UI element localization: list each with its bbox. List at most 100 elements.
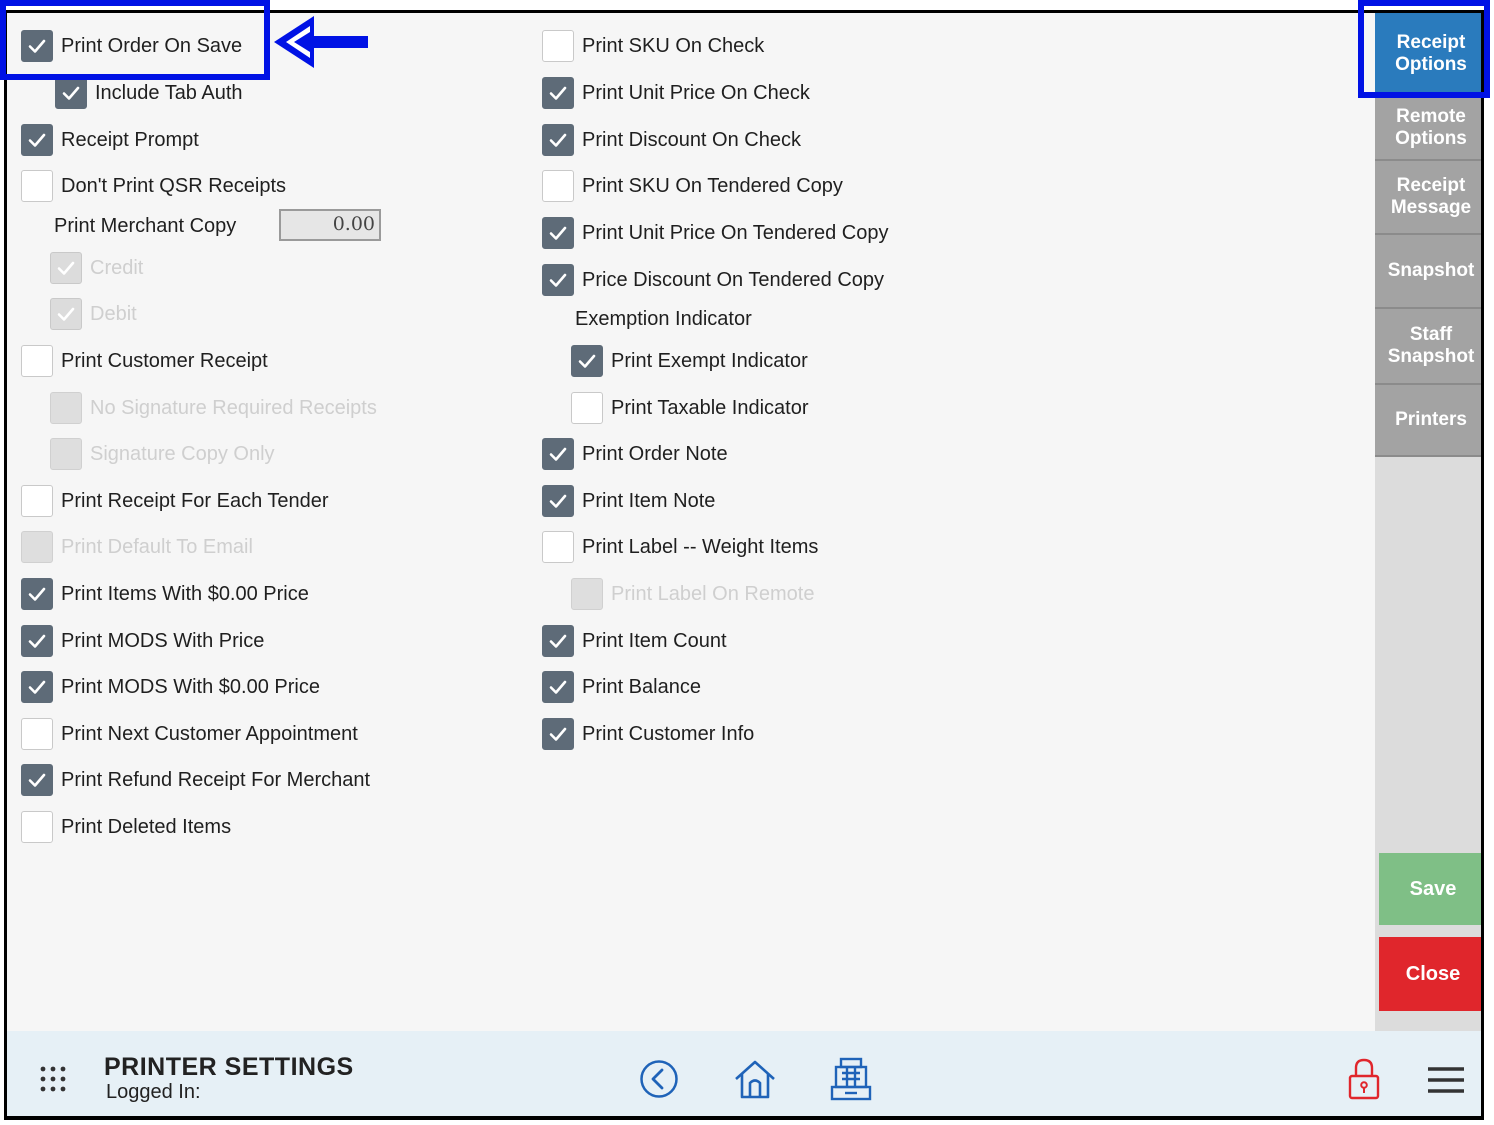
option-print-order-note[interactable]: Print Order Note bbox=[542, 436, 728, 472]
hamburger-menu-icon[interactable] bbox=[1428, 1066, 1464, 1094]
option-print-discount-on-check[interactable]: Print Discount On Check bbox=[542, 122, 801, 158]
checkbox[interactable] bbox=[542, 170, 574, 202]
option-print-next-customer-appointment[interactable]: Print Next Customer Appointment bbox=[21, 716, 358, 752]
option-signature-copy-only: Signature Copy Only bbox=[50, 436, 275, 472]
tab-snapshot[interactable]: Snapshot bbox=[1375, 235, 1481, 309]
option-label: Print Label -- Weight Items bbox=[582, 535, 819, 558]
option-print-exempt-indicator[interactable]: Print Exempt Indicator bbox=[571, 343, 808, 379]
checkbox[interactable] bbox=[21, 30, 53, 62]
checkbox[interactable] bbox=[21, 578, 53, 610]
option-print-unit-price-on-check[interactable]: Print Unit Price On Check bbox=[542, 75, 810, 111]
option-print-item-count[interactable]: Print Item Count bbox=[542, 623, 727, 659]
option-print-taxable-indicator[interactable]: Print Taxable Indicator bbox=[571, 390, 809, 426]
option-dont-print-qsr-receipts[interactable]: Don't Print QSR Receipts bbox=[21, 168, 286, 204]
option-print-items-with-zero-price[interactable]: Print Items With $0.00 Price bbox=[21, 576, 309, 612]
option-label: Print MODS With Price bbox=[61, 629, 265, 652]
apps-grid-icon[interactable] bbox=[39, 1065, 67, 1093]
checkmark-icon bbox=[28, 773, 46, 787]
option-print-item-note[interactable]: Print Item Note bbox=[542, 483, 715, 519]
option-label: Print Customer Info bbox=[582, 722, 755, 745]
checkbox bbox=[50, 298, 82, 330]
option-label: Print SKU On Tendered Copy bbox=[582, 174, 843, 197]
option-print-unit-price-on-tendered-copy[interactable]: Print Unit Price On Tendered Copy bbox=[542, 215, 888, 251]
back-circle-icon[interactable] bbox=[639, 1059, 679, 1099]
save-button[interactable]: Save bbox=[1379, 853, 1481, 925]
checkbox[interactable] bbox=[542, 718, 574, 750]
option-print-mods-with-zero-price[interactable]: Print MODS With $0.00 Price bbox=[21, 669, 320, 705]
option-label: Print Item Count bbox=[582, 629, 727, 652]
checkbox[interactable] bbox=[542, 217, 574, 249]
checkbox[interactable] bbox=[21, 345, 53, 377]
checkbox[interactable] bbox=[21, 764, 53, 796]
checkbox[interactable] bbox=[21, 625, 53, 657]
tab-receipt-options[interactable]: Receipt Options bbox=[1375, 13, 1481, 97]
checkbox bbox=[50, 438, 82, 470]
checkbox[interactable] bbox=[542, 438, 574, 470]
checkbox[interactable] bbox=[21, 811, 53, 843]
option-include-tab-auth[interactable]: Include Tab Auth bbox=[55, 75, 243, 111]
checkbox[interactable] bbox=[21, 124, 53, 156]
tab-printers[interactable]: Printers bbox=[1375, 385, 1481, 457]
checkmark-icon bbox=[28, 634, 46, 648]
option-print-customer-info[interactable]: Print Customer Info bbox=[542, 716, 754, 752]
close-button[interactable]: Close bbox=[1379, 937, 1481, 1011]
page-title: PRINTER SETTINGS bbox=[104, 1053, 354, 1081]
checkmark-icon bbox=[549, 494, 567, 508]
option-print-sku-on-tendered-copy[interactable]: Print SKU On Tendered Copy bbox=[542, 168, 843, 204]
checkbox[interactable] bbox=[542, 264, 574, 296]
checkbox[interactable] bbox=[21, 485, 53, 517]
checkbox[interactable] bbox=[55, 77, 87, 109]
checkbox[interactable] bbox=[21, 718, 53, 750]
option-print-balance[interactable]: Print Balance bbox=[542, 669, 701, 705]
checkbox[interactable] bbox=[542, 30, 574, 62]
merchant-copy-label: Print Merchant Copy bbox=[54, 215, 237, 237]
option-label: Don't Print QSR Receipts bbox=[61, 174, 287, 197]
option-credit: Credit bbox=[50, 250, 143, 286]
checkmark-icon bbox=[57, 261, 75, 275]
option-label: Receipt Prompt bbox=[61, 128, 199, 151]
exemption-indicator-heading: Exemption Indicator bbox=[575, 308, 752, 330]
option-print-label-weight-items[interactable]: Print Label -- Weight Items bbox=[542, 529, 818, 565]
option-print-mods-with-price[interactable]: Print MODS With Price bbox=[21, 623, 264, 659]
checkmark-icon bbox=[28, 133, 46, 147]
option-print-default-to-email: Print Default To Email bbox=[21, 529, 253, 565]
checkbox[interactable] bbox=[542, 77, 574, 109]
option-print-sku-on-check[interactable]: Print SKU On Check bbox=[542, 28, 764, 64]
option-print-deleted-items[interactable]: Print Deleted Items bbox=[21, 809, 231, 845]
checkbox[interactable] bbox=[542, 124, 574, 156]
checkbox[interactable] bbox=[21, 170, 53, 202]
checkbox bbox=[21, 531, 53, 563]
option-price-discount-on-tendered-copy[interactable]: Price Discount On Tendered Copy bbox=[542, 262, 884, 298]
option-label: Print Customer Receipt bbox=[61, 349, 268, 372]
option-label: Print Order On Save bbox=[61, 34, 243, 57]
option-label: Include Tab Auth bbox=[95, 81, 243, 104]
merchant-copy-input[interactable]: 0.00 bbox=[279, 209, 381, 241]
option-label: No Signature Required Receipts bbox=[90, 396, 377, 419]
option-label: Signature Copy Only bbox=[90, 442, 275, 465]
checkmark-icon bbox=[549, 226, 567, 240]
checkbox[interactable] bbox=[542, 625, 574, 657]
lock-icon[interactable] bbox=[1347, 1057, 1381, 1101]
option-receipt-prompt[interactable]: Receipt Prompt bbox=[21, 122, 199, 158]
option-print-receipt-for-each-tender[interactable]: Print Receipt For Each Tender bbox=[21, 483, 329, 519]
settings-sidebar: Receipt Options Remote Options Receipt Mess… bbox=[1375, 13, 1481, 1033]
checkbox[interactable] bbox=[542, 485, 574, 517]
option-print-order-on-save[interactable]: Print Order On Save bbox=[21, 28, 242, 64]
option-print-refund-receipt-for-merchant[interactable]: Print Refund Receipt For Merchant bbox=[21, 762, 370, 798]
printer-settings-window: Print Order On Save Include Tab Auth Rec… bbox=[4, 10, 1484, 1120]
home-icon[interactable] bbox=[733, 1058, 777, 1100]
checkbox[interactable] bbox=[542, 671, 574, 703]
option-no-signature-required-receipts: No Signature Required Receipts bbox=[50, 390, 377, 426]
option-print-customer-receipt[interactable]: Print Customer Receipt bbox=[21, 343, 268, 379]
tab-remote-options[interactable]: Remote Options bbox=[1375, 97, 1481, 161]
cash-register-icon[interactable] bbox=[830, 1057, 872, 1101]
tab-receipt-message[interactable]: Receipt Message bbox=[1375, 161, 1481, 235]
checkbox[interactable] bbox=[542, 531, 574, 563]
option-label: Print Unit Price On Check bbox=[582, 81, 810, 104]
checkbox[interactable] bbox=[571, 345, 603, 377]
option-label: Print Next Customer Appointment bbox=[61, 722, 358, 745]
tab-staff-snapshot[interactable]: Staff Snapshot bbox=[1375, 309, 1481, 385]
checkbox[interactable] bbox=[571, 392, 603, 424]
option-label: Print Refund Receipt For Merchant bbox=[61, 768, 371, 791]
checkbox[interactable] bbox=[21, 671, 53, 703]
